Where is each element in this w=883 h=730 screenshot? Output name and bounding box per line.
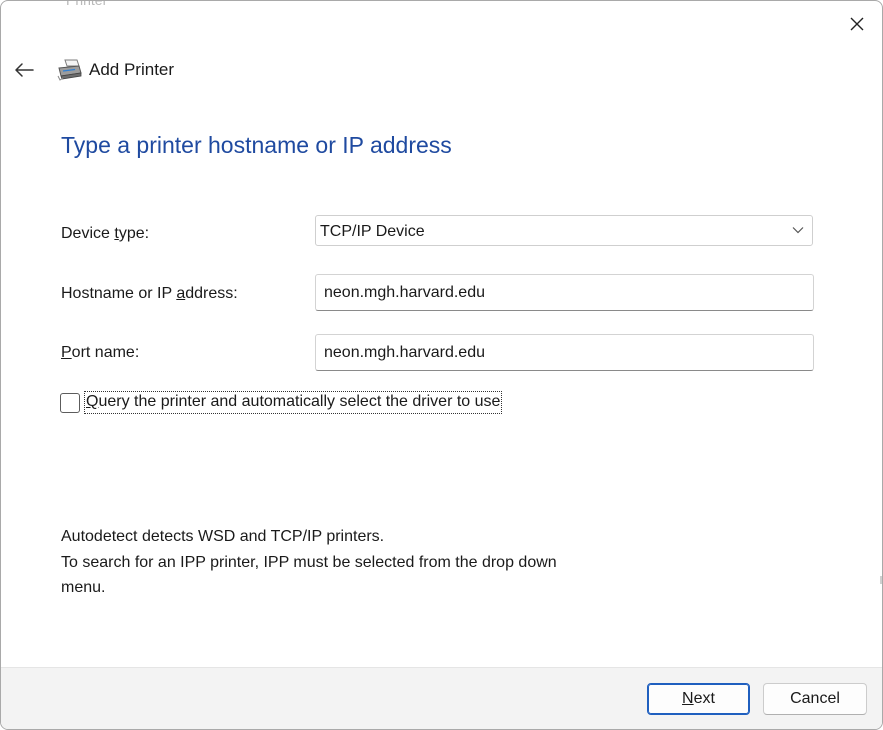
page-heading: Type a printer hostname or IP address (61, 132, 452, 158)
wizard-title: Add Printer (89, 60, 175, 79)
port-name-label: Port name: (61, 344, 140, 361)
query-printer-checkbox[interactable] (60, 393, 80, 413)
device-type-dropdown[interactable]: TCP/IP Device (315, 215, 813, 246)
add-printer-dialog: Printer Add Printer Type a printer hostn… (0, 0, 883, 730)
query-printer-label[interactable]: Query the printer and automatically sele… (84, 391, 503, 414)
port-name-input[interactable]: neon.mgh.harvard.edu (315, 334, 814, 371)
device-type-value: TCP/IP Device (320, 223, 425, 240)
hostname-label: Hostname or IP address: (61, 285, 238, 302)
chevron-down-icon (792, 227, 804, 234)
info-line-2: To search for an IPP printer, IPP must b… (61, 553, 557, 571)
port-name-value: neon.mgh.harvard.edu (324, 344, 485, 361)
dialog-footer: Next Cancel (1, 667, 882, 729)
info-text: Autodetect detects WSD and TCP/IP printe… (61, 524, 661, 601)
info-line-3: menu. (61, 579, 106, 596)
close-button[interactable] (840, 7, 874, 41)
back-button[interactable] (9, 55, 39, 85)
close-icon (850, 17, 864, 31)
next-button[interactable]: Next (647, 683, 750, 715)
hostname-input[interactable]: neon.mgh.harvard.edu (315, 274, 814, 311)
hostname-value: neon.mgh.harvard.edu (324, 284, 485, 301)
background-window-title: Printer (66, 0, 108, 8)
window-edge-mark (880, 576, 882, 584)
cancel-button[interactable]: Cancel (763, 683, 867, 715)
device-type-label: Device type: (61, 225, 150, 242)
back-arrow-icon (15, 63, 34, 77)
info-line-1: Autodetect detects WSD and TCP/IP printe… (61, 528, 385, 545)
printer-icon (57, 59, 82, 81)
